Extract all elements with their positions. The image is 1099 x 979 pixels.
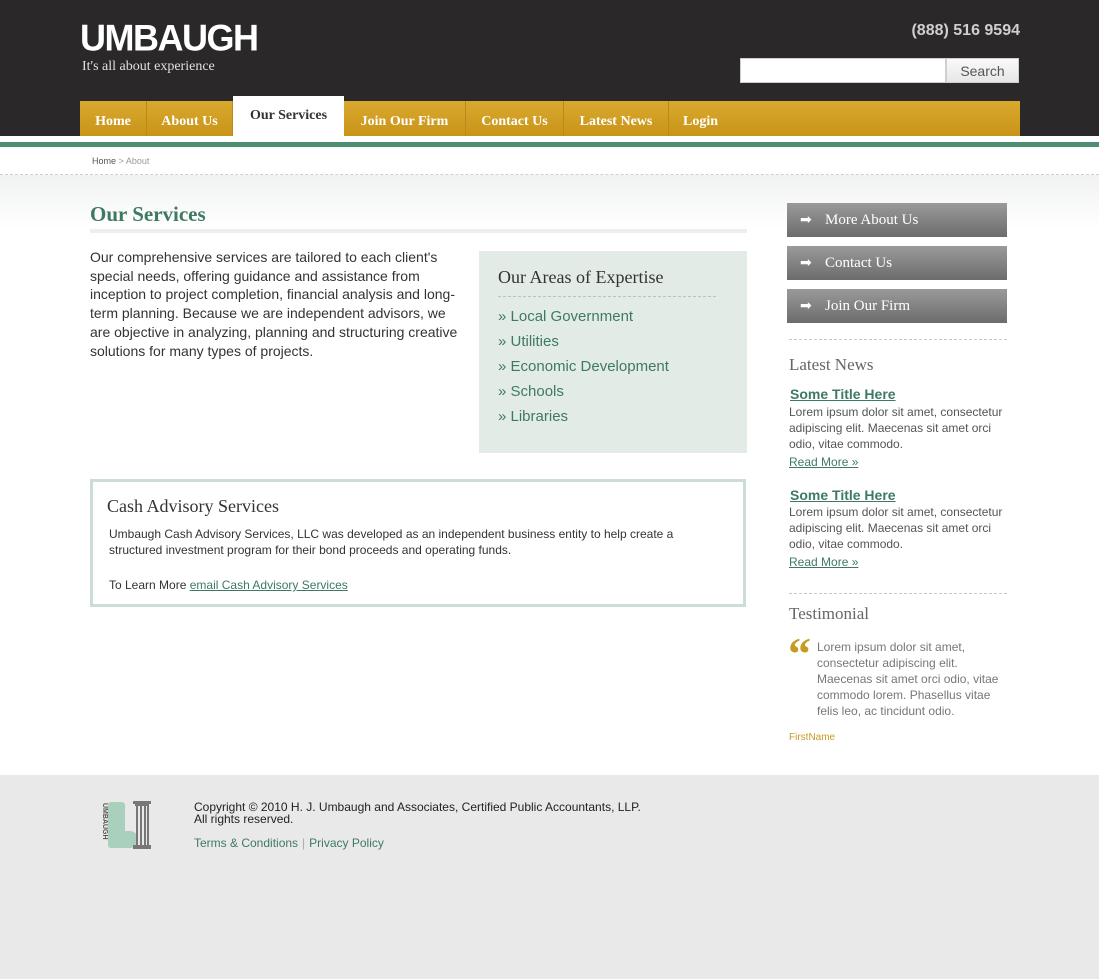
arrow-right-icon: ➡ <box>800 255 812 271</box>
news-title-link[interactable]: Some Title Here <box>790 386 896 402</box>
contact-us-button[interactable]: ➡ Contact Us <box>787 246 1007 280</box>
site-logo[interactable]: UMBAUGH <box>80 16 259 59</box>
arrow-right-icon: ➡ <box>800 212 812 228</box>
terms-link[interactable]: Terms & Conditions <box>194 836 298 850</box>
page-title: Our Services <box>90 202 206 226</box>
rights-line: All rights reserved. <box>194 812 294 826</box>
site-footer: UMBAUGH Copyright © 2010 H. J. Umbaugh a… <box>0 775 1099 979</box>
contact-us-label: Contact Us <box>825 255 893 271</box>
cash-advisory-title: Cash Advisory Services <box>107 496 279 516</box>
expertise-divider <box>498 296 716 297</box>
read-more-link[interactable]: Read More » <box>789 555 858 569</box>
testimonial-author: FirstName <box>789 732 836 743</box>
cash-advisory-learn-more: To Learn More email Cash Advisory Servic… <box>109 578 348 592</box>
expertise-link-utilities[interactable]: » Utilities <box>498 333 669 358</box>
nav-item-our-services[interactable]: Our Services <box>233 96 344 136</box>
join-our-firm-label: Join Our Firm <box>825 298 911 314</box>
testimonial-heading: Testimonial <box>789 604 870 623</box>
expertise-title: Our Areas of Expertise <box>498 267 664 287</box>
learn-more-label: To Learn More <box>109 578 187 592</box>
read-more-link[interactable]: Read More » <box>789 455 858 469</box>
quote-icon: “ <box>788 628 811 679</box>
privacy-link[interactable]: Privacy Policy <box>309 836 384 850</box>
search-input[interactable] <box>740 58 946 83</box>
news-excerpt: Lorem ipsum dolor sit amet, consectetur … <box>789 405 1003 451</box>
expertise-link-schools[interactable]: » Schools <box>498 383 669 408</box>
footer-link-separator: | <box>302 836 306 850</box>
nav-item-home[interactable]: Home <box>80 101 147 136</box>
expertise-link-economic-development[interactable]: » Economic Development <box>498 358 669 383</box>
more-about-us-label: More About Us <box>825 212 919 228</box>
main-content: Our Services Our comprehensive services … <box>0 175 1099 775</box>
sidebar-divider <box>789 593 1007 594</box>
nav-item-join-our-firm[interactable]: Join Our Firm <box>344 101 466 136</box>
footer-logo-text: UMBAUGH <box>101 803 108 840</box>
copyright-text: Copyright © 2010 H. J. Umbaugh and Assoc… <box>194 801 641 825</box>
footer-links: Terms & Conditions | Privacy Policy <box>194 836 384 850</box>
expertise-link-libraries[interactable]: » Libraries <box>498 408 669 433</box>
site-header: UMBAUGH It's all about experience (888) … <box>0 0 1099 136</box>
join-our-firm-button[interactable]: ➡ Join Our Firm <box>787 289 1007 323</box>
nav-item-latest-news[interactable]: Latest News <box>564 101 669 136</box>
site-tagline: It's all about experience <box>82 59 215 74</box>
nav-item-about-us[interactable]: About Us <box>147 101 233 136</box>
search-button[interactable]: Search <box>946 58 1019 83</box>
arrow-right-icon: ➡ <box>800 298 812 314</box>
title-underline <box>90 229 747 233</box>
news-excerpt: Lorem ipsum dolor sit amet, consectetur … <box>789 505 1003 551</box>
main-nav: Home About Us Our Services Join Our Firm… <box>80 96 1020 136</box>
breadcrumb-separator: > <box>118 156 124 166</box>
breadcrumb-current: About <box>125 156 150 166</box>
sidebar-divider <box>789 339 1007 340</box>
testimonial-text: Lorem ipsum dolor sit amet, consectetur … <box>817 640 999 718</box>
news-title-link[interactable]: Some Title Here <box>790 487 896 503</box>
email-cash-advisory-link[interactable]: email Cash Advisory Services <box>190 578 348 592</box>
breadcrumb: Home > About <box>92 156 149 166</box>
latest-news-heading: Latest News <box>789 355 874 374</box>
more-about-us-button[interactable]: ➡ More About Us <box>787 203 1007 237</box>
intro-paragraph: Our comprehensive services are tailored … <box>90 249 458 359</box>
umbaugh-column-logo-icon: UMBAUGH <box>101 801 151 849</box>
expertise-link-local-government[interactable]: » Local Government <box>498 308 669 333</box>
cash-advisory-box: Cash Advisory Services Umbaugh Cash Advi… <box>90 479 746 607</box>
expertise-list: » Local Government » Utilities » Economi… <box>498 308 669 433</box>
breadcrumb-bar: Home > About <box>0 147 1099 175</box>
expertise-box: Our Areas of Expertise » Local Governmen… <box>479 251 747 453</box>
cash-advisory-text: Umbaugh Cash Advisory Services, LLC was … <box>109 527 674 557</box>
nav-item-login[interactable]: Login <box>669 101 732 136</box>
nav-item-contact-us[interactable]: Contact Us <box>466 101 564 136</box>
breadcrumb-home[interactable]: Home <box>92 156 116 166</box>
phone-number: (888) 516 9594 <box>911 22 1020 39</box>
